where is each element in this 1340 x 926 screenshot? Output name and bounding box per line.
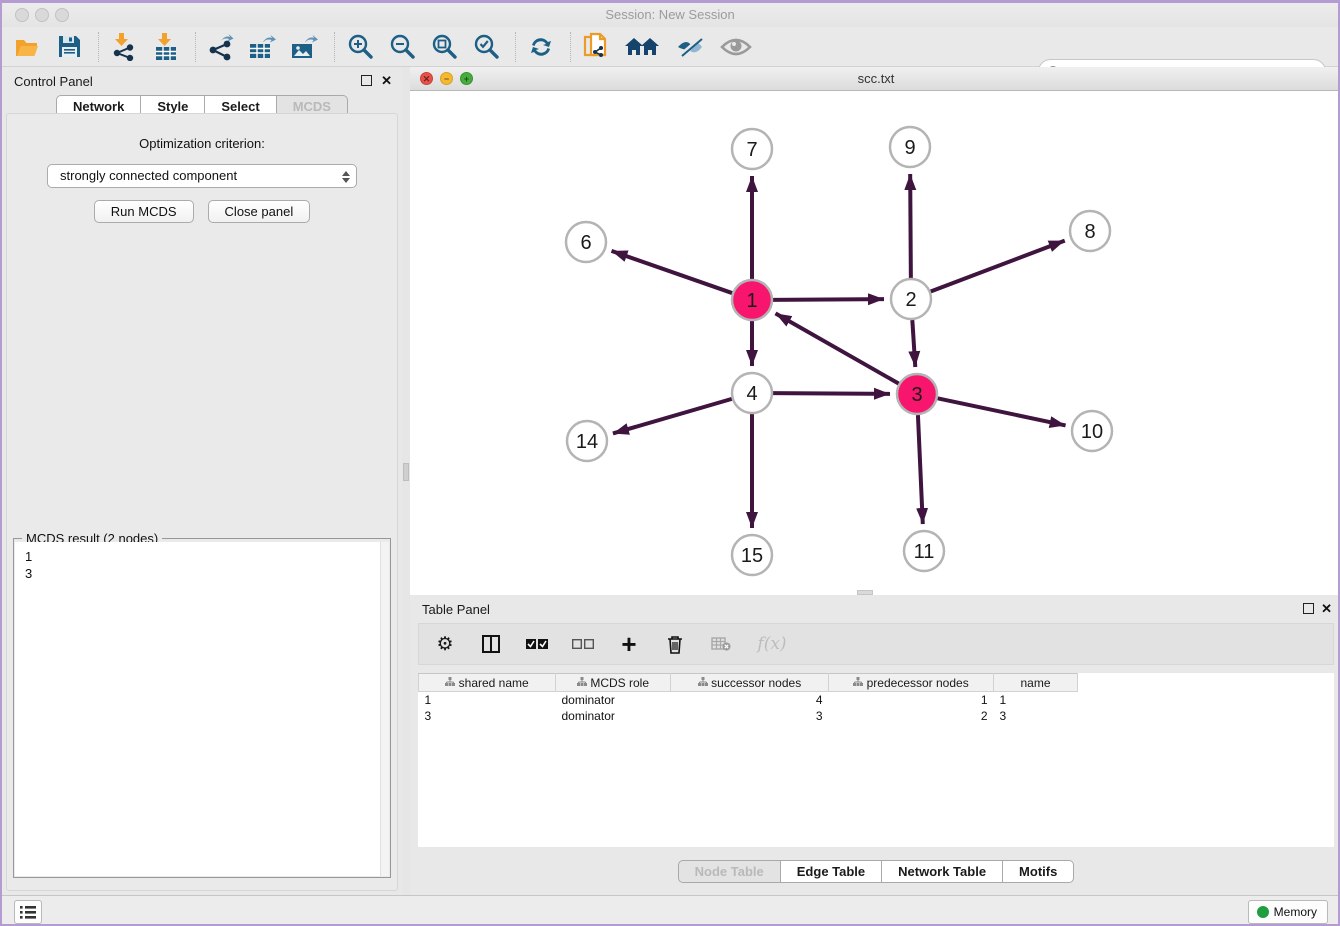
optimization-criterion-dropdown[interactable]: strongly connected component <box>47 164 357 188</box>
svg-text:11: 11 <box>914 541 935 563</box>
export-table-icon[interactable] <box>248 32 278 62</box>
mcds-panel-body: Optimization criterion: strongly connect… <box>6 113 398 891</box>
table-row[interactable]: 3 dominator 3 2 3 <box>419 708 1078 724</box>
zoom-fit-icon[interactable] <box>429 32 459 62</box>
app-title: Session: New Session <box>2 7 1338 22</box>
hide-selected-icon[interactable] <box>673 32 707 62</box>
column-header-mcds-role[interactable]: MCDS role <box>556 674 671 692</box>
zoom-in-icon[interactable] <box>345 32 375 62</box>
tab-network-table[interactable]: Network Table <box>882 860 1003 883</box>
column-type-icon <box>577 677 587 686</box>
table-toolbar: ⚙ + f(x) <box>418 623 1334 665</box>
node-table[interactable]: shared name MCDS role successor nodes pr… <box>418 673 1334 847</box>
export-image-icon[interactable] <box>290 32 320 62</box>
table-header-row: shared name MCDS role successor nodes pr… <box>419 674 1078 692</box>
save-session-icon[interactable] <box>54 32 84 62</box>
table-panel-title: Table Panel <box>422 602 490 617</box>
table-row[interactable]: 1 dominator 4 1 1 <box>419 692 1078 708</box>
svg-text:2: 2 <box>905 289 916 311</box>
column-header-shared-name[interactable]: shared name <box>419 674 556 692</box>
open-session-icon[interactable] <box>12 32 42 62</box>
show-all-icon[interactable] <box>719 32 753 62</box>
svg-text:6: 6 <box>580 232 591 254</box>
select-all-checks-icon[interactable] <box>525 632 549 656</box>
dropdown-stepper-icon <box>339 168 352 185</box>
network-canvas[interactable]: 7 9 6 8 1 2 4 3 14 10 15 11 <box>410 91 1340 595</box>
column-type-icon <box>698 677 708 686</box>
vertical-splitter[interactable] <box>402 67 410 895</box>
clone-network-icon[interactable] <box>581 32 611 62</box>
close-panel-button[interactable]: Close panel <box>208 200 311 223</box>
control-panel-title: Control Panel <box>14 74 93 89</box>
refresh-view-icon[interactable] <box>526 32 556 62</box>
deselect-all-checks-icon[interactable] <box>571 632 595 656</box>
dropdown-value: strongly connected component <box>60 168 237 183</box>
toolbar-divider <box>570 32 571 62</box>
svg-text:10: 10 <box>1081 421 1103 443</box>
tab-node-table[interactable]: Node Table <box>678 860 781 883</box>
status-bar: Memory <box>2 895 1338 926</box>
control-panel: Control Panel ✕ Network Style Select MCD… <box>2 67 402 895</box>
task-history-button[interactable] <box>14 900 42 924</box>
toolbar-divider <box>334 32 335 62</box>
memory-status-icon <box>1257 906 1269 918</box>
zoom-selected-icon[interactable] <box>471 32 501 62</box>
export-network-icon[interactable] <box>206 32 236 62</box>
zoom-out-icon[interactable] <box>387 32 417 62</box>
svg-text:1: 1 <box>746 290 757 312</box>
svg-text:3: 3 <box>911 384 922 406</box>
add-row-icon[interactable]: + <box>617 632 641 656</box>
network-window-title: scc.txt <box>410 71 1340 86</box>
home-layout-icon[interactable] <box>623 32 661 62</box>
mcds-result-group: MCDS result (2 nodes) 1 3 <box>13 538 391 878</box>
close-table-panel-icon[interactable]: ✕ <box>1321 601 1332 617</box>
memory-label: Memory <box>1274 905 1317 919</box>
svg-text:4: 4 <box>746 383 757 405</box>
network-graph[interactable]: 7 9 6 8 1 2 4 3 14 10 15 11 <box>410 91 1340 595</box>
float-panel-icon[interactable] <box>361 75 372 86</box>
close-panel-icon[interactable]: ✕ <box>381 73 392 89</box>
svg-text:9: 9 <box>904 137 915 159</box>
table-tabs: Node Table Edge Table Network Table Moti… <box>410 860 1340 883</box>
svg-text:14: 14 <box>576 431 598 453</box>
function-builder-icon[interactable]: f(x) <box>755 632 789 656</box>
list-icon <box>20 906 36 919</box>
float-table-panel-icon[interactable] <box>1303 603 1314 614</box>
splitter-grip[interactable] <box>403 463 409 481</box>
table-options-gear-icon[interactable]: ⚙ <box>433 632 457 656</box>
column-header-predecessor-nodes[interactable]: predecessor nodes <box>829 674 994 692</box>
network-window-titlebar: ✕ − + scc.txt <box>410 67 1340 91</box>
memory-button[interactable]: Memory <box>1248 900 1328 924</box>
run-mcds-button[interactable]: Run MCDS <box>94 200 194 223</box>
result-scrollbar[interactable] <box>380 542 389 876</box>
svg-text:7: 7 <box>746 139 757 161</box>
import-network-icon[interactable] <box>109 32 139 62</box>
tab-motifs[interactable]: Motifs <box>1003 860 1074 883</box>
column-type-icon <box>445 677 455 686</box>
network-view-window: ✕ − + scc.txt 7 9 6 8 1 2 4 3 14 10 15 11 <box>410 67 1340 595</box>
column-header-successor-nodes[interactable]: successor nodes <box>671 674 829 692</box>
toolbar-divider <box>515 32 516 62</box>
svg-text:8: 8 <box>1084 221 1095 243</box>
mcds-result-text[interactable]: 1 3 <box>15 542 380 876</box>
show-columns-icon[interactable] <box>479 632 503 656</box>
application-window: Session: New Session <box>0 0 1340 926</box>
import-table-icon[interactable] <box>151 32 181 62</box>
delete-table-icon[interactable] <box>709 632 733 656</box>
toolbar-divider <box>195 32 196 62</box>
horizontal-splitter-grip[interactable] <box>857 590 873 595</box>
svg-text:15: 15 <box>741 545 763 567</box>
main-toolbar <box>2 27 1338 67</box>
column-type-icon <box>853 677 863 686</box>
optimization-criterion-label: Optimization criterion: <box>7 136 397 151</box>
column-header-name[interactable]: name <box>994 674 1078 692</box>
table-panel: Table Panel ✕ ⚙ + f(x) <box>410 595 1340 895</box>
tab-edge-table[interactable]: Edge Table <box>781 860 882 883</box>
toolbar-divider <box>98 32 99 62</box>
app-titlebar: Session: New Session <box>2 3 1338 27</box>
delete-row-icon[interactable] <box>663 632 687 656</box>
